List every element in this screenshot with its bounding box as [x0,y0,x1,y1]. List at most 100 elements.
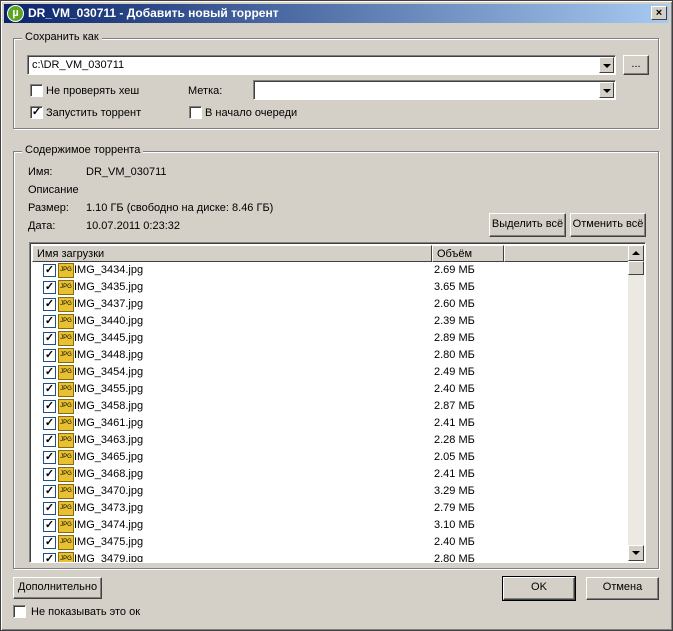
ok-button[interactable]: OK [502,576,576,601]
file-checkbox[interactable]: ✓ [43,400,56,413]
jpg-file-icon: JPG [58,382,74,397]
table-row[interactable]: ✓ JPG IMG_3434.jpg 2.69 МБ [32,262,629,279]
select-all-button[interactable]: Выделить всё [489,213,566,237]
date-value: 10.07.2011 0:23:32 [86,220,180,232]
label-caption: Метка: [188,85,223,97]
jpg-file-icon: JPG [58,450,74,465]
file-list-header: Имя загрузки Объём [32,245,629,262]
table-row[interactable]: ✓ JPG IMG_3440.jpg 2.39 МБ [32,313,629,330]
file-checkbox[interactable]: ✓ [43,502,56,515]
table-row[interactable]: ✓ JPG IMG_3468.jpg 2.41 МБ [32,466,629,483]
jpg-file-icon: JPG [58,433,74,448]
dont-show-checkbox[interactable] [13,605,26,618]
save-path-value: c:\DR_VM_030711 [32,59,125,71]
file-size: 3.10 МБ [434,519,475,531]
name-caption: Имя: [28,166,53,178]
table-row[interactable]: ✓ JPG IMG_3479.jpg 2.80 МБ [32,551,629,562]
file-name: IMG_3475.jpg [74,536,144,548]
scroll-thumb[interactable] [628,261,644,275]
jpg-file-icon: JPG [58,501,74,516]
file-size: 2.41 МБ [434,468,475,480]
file-checkbox[interactable]: ✓ [43,417,56,430]
table-row[interactable]: ✓ JPG IMG_3470.jpg 3.29 МБ [32,483,629,500]
deselect-all-button[interactable]: Отменить всё [570,213,646,237]
table-row[interactable]: ✓ JPG IMG_3474.jpg 3.10 МБ [32,517,629,534]
scroll-up-icon[interactable] [628,245,644,261]
close-button[interactable]: × [651,6,667,20]
skip-hash-checkbox[interactable] [30,84,43,97]
browse-button[interactable]: ... [623,55,649,75]
file-checkbox[interactable]: ✓ [43,468,56,481]
title-bar[interactable]: µ DR_VM_030711 - Добавить новый торрент … [4,4,669,23]
file-size: 2.28 МБ [434,434,475,446]
vertical-scrollbar[interactable] [628,245,644,561]
table-row[interactable]: ✓ JPG IMG_3435.jpg 3.65 МБ [32,279,629,296]
top-of-queue-label: В начало очереди [205,107,298,119]
file-checkbox[interactable]: ✓ [43,451,56,464]
table-row[interactable]: ✓ JPG IMG_3437.jpg 2.60 МБ [32,296,629,313]
file-checkbox[interactable]: ✓ [43,298,56,311]
scroll-down-icon[interactable] [628,545,644,561]
file-name: IMG_3468.jpg [74,468,144,480]
start-torrent-checkbox[interactable]: ✓ [30,106,43,119]
table-row[interactable]: ✓ JPG IMG_3463.jpg 2.28 МБ [32,432,629,449]
file-checkbox[interactable]: ✓ [43,349,56,362]
file-name: IMG_3435.jpg [74,281,144,293]
file-checkbox[interactable]: ✓ [43,536,56,549]
file-size: 2.89 МБ [434,332,475,344]
save-path-combobox[interactable]: c:\DR_VM_030711 [27,55,616,75]
file-checkbox[interactable]: ✓ [43,264,56,277]
table-row[interactable]: ✓ JPG IMG_3475.jpg 2.40 МБ [32,534,629,551]
file-checkbox[interactable]: ✓ [43,553,56,562]
file-name: IMG_3473.jpg [74,502,144,514]
file-rows: ✓ JPG IMG_3434.jpg 2.69 МБ ✓ JPG IMG_3435.jpg 3… [32,262,629,562]
jpg-file-icon: JPG [58,365,74,380]
file-checkbox[interactable]: ✓ [43,315,56,328]
table-row[interactable]: ✓ JPG IMG_3465.jpg 2.05 МБ [32,449,629,466]
file-size: 2.69 МБ [434,264,475,276]
file-name: IMG_3440.jpg [74,315,144,327]
file-checkbox[interactable]: ✓ [43,281,56,294]
table-row[interactable]: ✓ JPG IMG_3458.jpg 2.87 МБ [32,398,629,415]
description-caption: Описание [28,184,79,196]
file-size: 2.40 МБ [434,383,475,395]
file-name: IMG_3461.jpg [74,417,144,429]
file-checkbox[interactable]: ✓ [43,383,56,396]
file-size: 2.05 МБ [434,451,475,463]
file-size: 2.41 МБ [434,417,475,429]
table-row[interactable]: ✓ JPG IMG_3445.jpg 2.89 МБ [32,330,629,347]
date-caption: Дата: [28,220,56,232]
file-name: IMG_3434.jpg [74,264,144,276]
file-name: IMG_3474.jpg [74,519,144,531]
file-name: IMG_3455.jpg [74,383,144,395]
column-header-size[interactable]: Объём [432,245,504,262]
file-size: 2.49 МБ [434,366,475,378]
jpg-file-icon: JPG [58,518,74,533]
chevron-down-icon[interactable] [599,57,614,73]
file-checkbox[interactable]: ✓ [43,434,56,447]
skip-hash-label: Не проверять хеш [46,85,140,97]
jpg-file-icon: JPG [58,467,74,482]
size-caption: Размер: [28,202,69,214]
table-row[interactable]: ✓ JPG IMG_3455.jpg 2.40 МБ [32,381,629,398]
cancel-button[interactable]: Отмена [586,577,659,600]
file-checkbox[interactable]: ✓ [43,366,56,379]
table-row[interactable]: ✓ JPG IMG_3473.jpg 2.79 МБ [32,500,629,517]
label-combobox[interactable] [253,80,616,100]
table-row[interactable]: ✓ JPG IMG_3461.jpg 2.41 МБ [32,415,629,432]
file-name: IMG_3437.jpg [74,298,144,310]
file-checkbox[interactable]: ✓ [43,332,56,345]
file-checkbox[interactable]: ✓ [43,519,56,532]
advanced-button[interactable]: Дополнительно [13,577,102,599]
table-row[interactable]: ✓ JPG IMG_3454.jpg 2.49 МБ [32,364,629,381]
chevron-down-icon[interactable] [599,82,614,98]
column-header-name[interactable]: Имя загрузки [32,245,432,262]
jpg-file-icon: JPG [58,348,74,363]
jpg-file-icon: JPG [58,280,74,295]
jpg-file-icon: JPG [58,314,74,329]
table-row[interactable]: ✓ JPG IMG_3448.jpg 2.80 МБ [32,347,629,364]
file-list[interactable]: Имя загрузки Объём ✓ JPG IMG_3434.jpg 2.69 … [29,242,646,563]
file-size: 2.80 МБ [434,349,475,361]
top-of-queue-checkbox[interactable] [189,106,202,119]
file-checkbox[interactable]: ✓ [43,485,56,498]
